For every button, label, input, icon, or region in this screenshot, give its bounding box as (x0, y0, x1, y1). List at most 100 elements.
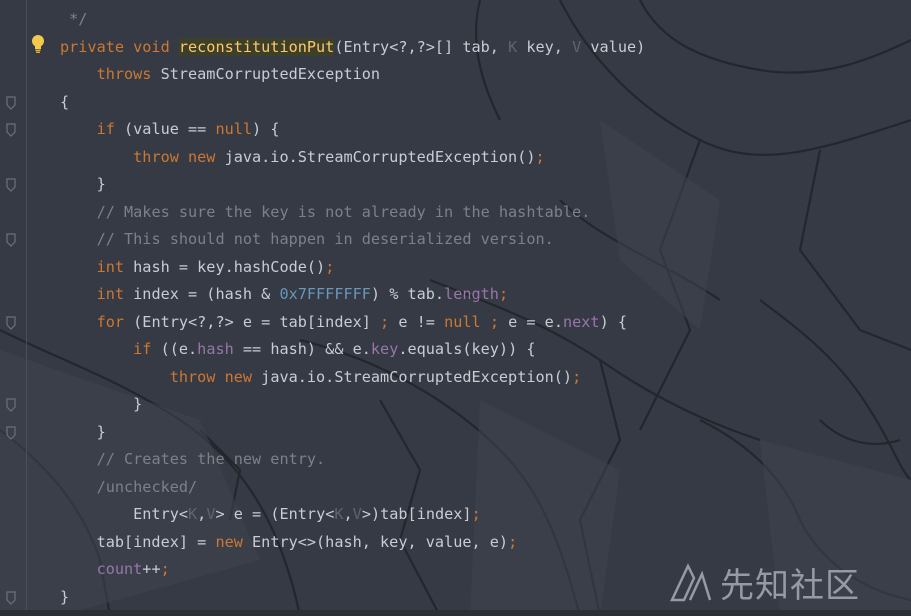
code-token: hash = key.hashCode() (133, 257, 326, 276)
code-token: } (60, 395, 143, 413)
code-token: null (444, 312, 481, 331)
code-line[interactable]: */ (60, 6, 87, 33)
code-token: value) (581, 37, 646, 56)
code-token: private void (60, 37, 179, 56)
code-token: > e = (Entry< (215, 505, 335, 523)
code-token: } (60, 587, 70, 606)
code-token: throw new (133, 147, 225, 166)
code-line[interactable]: } (60, 171, 106, 198)
code-token: V (352, 505, 362, 523)
code-line[interactable]: private void reconstitutionPut(Entry<?,?… (60, 34, 645, 61)
code-token: 0x7FFFFFFF (279, 285, 371, 303)
code-token: (value == (124, 120, 216, 138)
code-line[interactable]: if (value == null) { (60, 116, 280, 143)
code-token: // Creates the new entry. (96, 450, 326, 468)
code-token: (Entry<?,?> e = tab[index] (133, 312, 381, 331)
code-token: length (444, 285, 499, 303)
code-line[interactable]: Entry<K,V> e = (Entry<K,V>)tab[index]; (60, 501, 481, 528)
code-line[interactable]: // Creates the new entry. (60, 446, 326, 473)
code-line[interactable]: int index = (hash & 0x7FFFFFFF) % tab.le… (60, 281, 509, 308)
code-line[interactable]: } (60, 391, 142, 418)
code-token: */ (60, 10, 88, 28)
code-token: ; (508, 532, 518, 551)
code-token: } (60, 175, 106, 193)
code-token: /unchecked/ (96, 477, 198, 496)
code-line[interactable]: if ((e.hash == hash) && e.key.equals(key… (60, 336, 535, 363)
code-token: next (562, 312, 600, 331)
code-token: , (343, 505, 353, 523)
code-token: , (197, 505, 207, 523)
code-line[interactable]: /unchecked/ (60, 474, 198, 501)
code-token: Entry< (60, 505, 189, 523)
code-token: (Entry<?,?>[] tab, (334, 37, 509, 56)
code-token: ; (380, 312, 390, 331)
code-token: K (188, 505, 198, 523)
watermark-text: 先知社区 (720, 565, 860, 606)
code-token: count (96, 560, 143, 578)
code-token: } (60, 422, 106, 441)
code-token: ) { (599, 312, 627, 331)
code-token: ; (572, 367, 582, 386)
code-token: java.io.StreamCorruptedException() (224, 147, 536, 166)
code-line[interactable]: // Makes sure the key is not already in … (60, 199, 591, 226)
code-token: java.io.StreamCorruptedException() (261, 367, 573, 386)
code-line[interactable]: throw new java.io.StreamCorruptedExcepti… (60, 144, 545, 171)
code-token: reconstitutionPut (178, 37, 335, 56)
watermark: 先知社区 (668, 560, 860, 606)
code-token: hash (197, 340, 234, 358)
code-token: if (133, 340, 161, 358)
code-token: ; (160, 560, 170, 578)
code-token: // Makes sure the key is not already in … (96, 202, 591, 221)
code-token: K (508, 37, 518, 56)
code-token: // This should not happen in deserialize… (96, 230, 554, 248)
code-token: throws (96, 65, 161, 83)
code-token: ) { (252, 120, 280, 138)
code-line[interactable]: } (60, 584, 69, 611)
code-token: new (215, 532, 253, 551)
code-token: V (572, 37, 582, 56)
code-token: ; (535, 147, 545, 166)
code-line[interactable]: { (60, 89, 69, 116)
code-line[interactable]: for (Entry<?,?> e = tab[index] ; e != nu… (60, 309, 627, 336)
code-token: throw new (169, 367, 262, 386)
code-token: Entry<>(hash, key, value, e) (252, 532, 509, 551)
code-editor[interactable]: */private void reconstitutionPut(Entry<?… (0, 0, 911, 616)
bottom-scroll-bar[interactable] (0, 610, 911, 616)
code-token: StreamCorruptedException (160, 65, 381, 83)
code-line[interactable]: int hash = key.hashCode(); (60, 254, 335, 281)
code-token: e != (389, 312, 445, 331)
code-token: for (96, 312, 134, 331)
code-token: { (60, 92, 70, 111)
code-token: tab[index] = (60, 532, 216, 551)
code-line[interactable]: } (60, 419, 106, 446)
code-line[interactable]: throws StreamCorruptedException (60, 61, 380, 88)
code-token: key, (517, 37, 573, 56)
code-token: ; (489, 312, 499, 331)
code-token: ; (471, 505, 481, 523)
code-token: >)tab[index] (361, 505, 472, 523)
code-token: e = e. (498, 312, 563, 331)
code-token: ) % tab. (370, 285, 445, 303)
xianzhi-logo-icon (670, 563, 712, 602)
code-line[interactable]: throw new java.io.StreamCorruptedExcepti… (60, 364, 581, 391)
code-token: ; (325, 257, 335, 276)
code-token: int (96, 257, 134, 276)
code-line[interactable]: count++; (60, 556, 170, 583)
code-line[interactable]: // This should not happen in deserialize… (60, 226, 554, 253)
code-token: if (96, 120, 125, 138)
code-line[interactable]: tab[index] = new Entry<>(hash, key, valu… (60, 529, 518, 556)
code-token: key (370, 340, 399, 358)
